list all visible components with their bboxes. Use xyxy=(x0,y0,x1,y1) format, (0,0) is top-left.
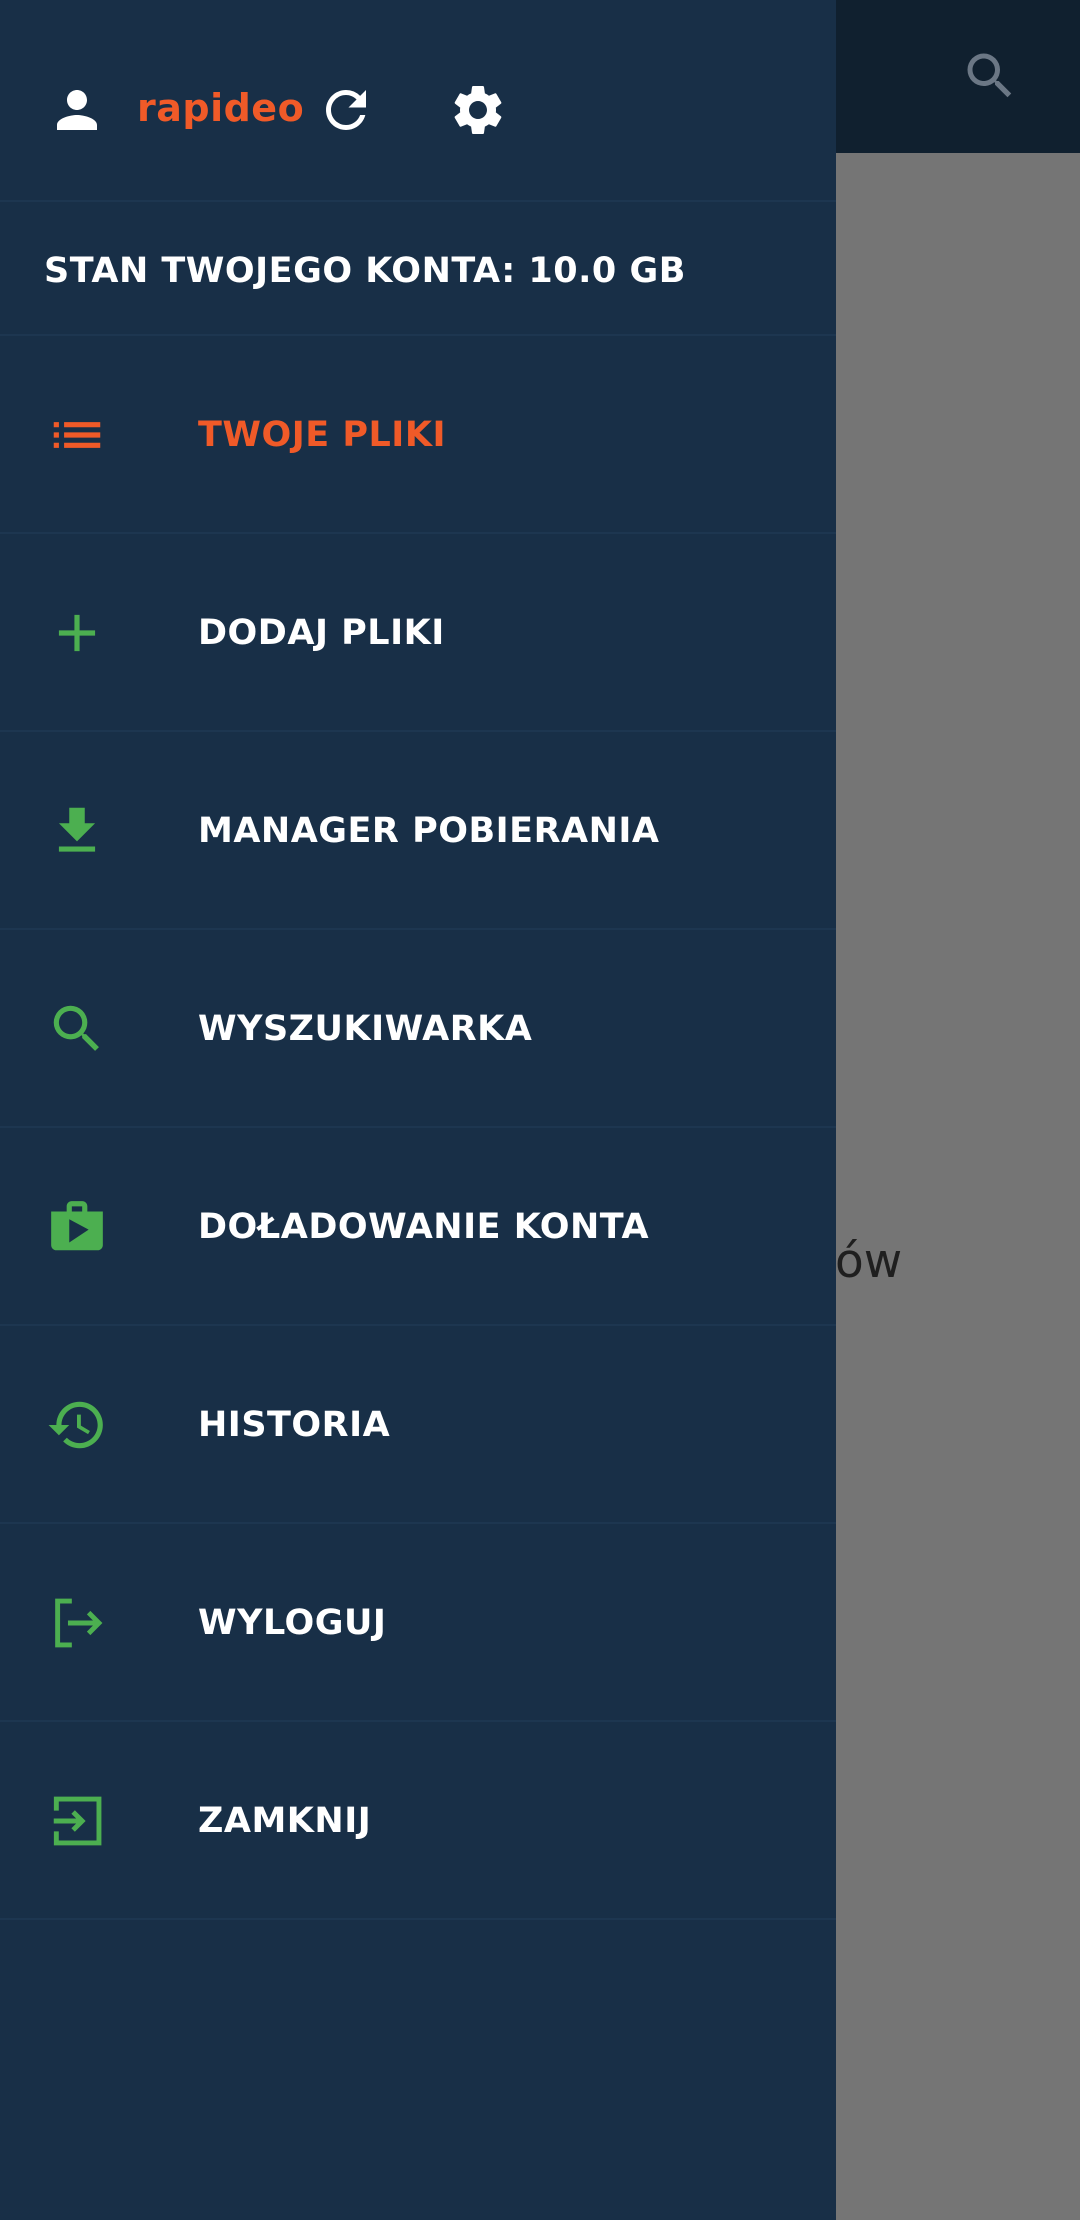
drawer-header: rapideo xyxy=(0,0,836,200)
menu-item-add-files[interactable]: DODAJ PLIKI xyxy=(0,534,836,732)
download-icon xyxy=(46,800,108,862)
menu-item-close[interactable]: ZAMKNIJ xyxy=(0,1722,836,1920)
search-icon xyxy=(46,998,108,1060)
menu-item-logout[interactable]: WYLOGUJ xyxy=(0,1524,836,1722)
empty-state-text: ów xyxy=(835,1234,903,1289)
list-icon xyxy=(46,404,108,466)
close-app-icon xyxy=(46,1790,108,1852)
menu-item-label: MANAGER POBIERANIA xyxy=(198,811,660,851)
account-balance-text: STAN TWOJEGO KONTA: 10.0 GB xyxy=(44,251,686,291)
menu-item-label: HISTORIA xyxy=(198,1405,391,1445)
menu-item-label: DODAJ PLIKI xyxy=(198,613,445,653)
history-icon xyxy=(46,1394,108,1456)
menu-item-label: DOŁADOWANIE KONTA xyxy=(198,1207,650,1247)
menu-item-your-files[interactable]: TWOJE PLIKI xyxy=(0,336,836,534)
settings-gear-icon[interactable] xyxy=(448,80,508,140)
menu-item-download-manager[interactable]: MANAGER POBIERANIA xyxy=(0,732,836,930)
menu-item-search[interactable]: WYSZUKIWARKA xyxy=(0,930,836,1128)
menu-item-label: ZAMKNIJ xyxy=(198,1801,372,1841)
menu-item-history[interactable]: HISTORIA xyxy=(0,1326,836,1524)
app-search-icon[interactable] xyxy=(960,46,1020,106)
refresh-icon[interactable] xyxy=(316,80,376,140)
navigation-drawer: rapideo STAN TWOJEGO KONTA: 10.0 GB TWOJ… xyxy=(0,0,836,2220)
drawer-menu: TWOJE PLIKI DODAJ PLIKI MANAGER POBIERAN… xyxy=(0,336,836,1920)
menu-item-label: WYLOGUJ xyxy=(198,1603,387,1643)
account-icon[interactable] xyxy=(47,80,107,140)
shop-bag-icon xyxy=(46,1196,108,1258)
logout-icon xyxy=(46,1592,108,1654)
plus-icon xyxy=(46,602,108,664)
menu-item-label: WYSZUKIWARKA xyxy=(198,1009,533,1049)
account-balance: STAN TWOJEGO KONTA: 10.0 GB xyxy=(0,200,836,336)
menu-item-top-up-account[interactable]: DOŁADOWANIE KONTA xyxy=(0,1128,836,1326)
brand-logo: rapideo xyxy=(137,86,305,130)
menu-item-label: TWOJE PLIKI xyxy=(198,415,446,455)
